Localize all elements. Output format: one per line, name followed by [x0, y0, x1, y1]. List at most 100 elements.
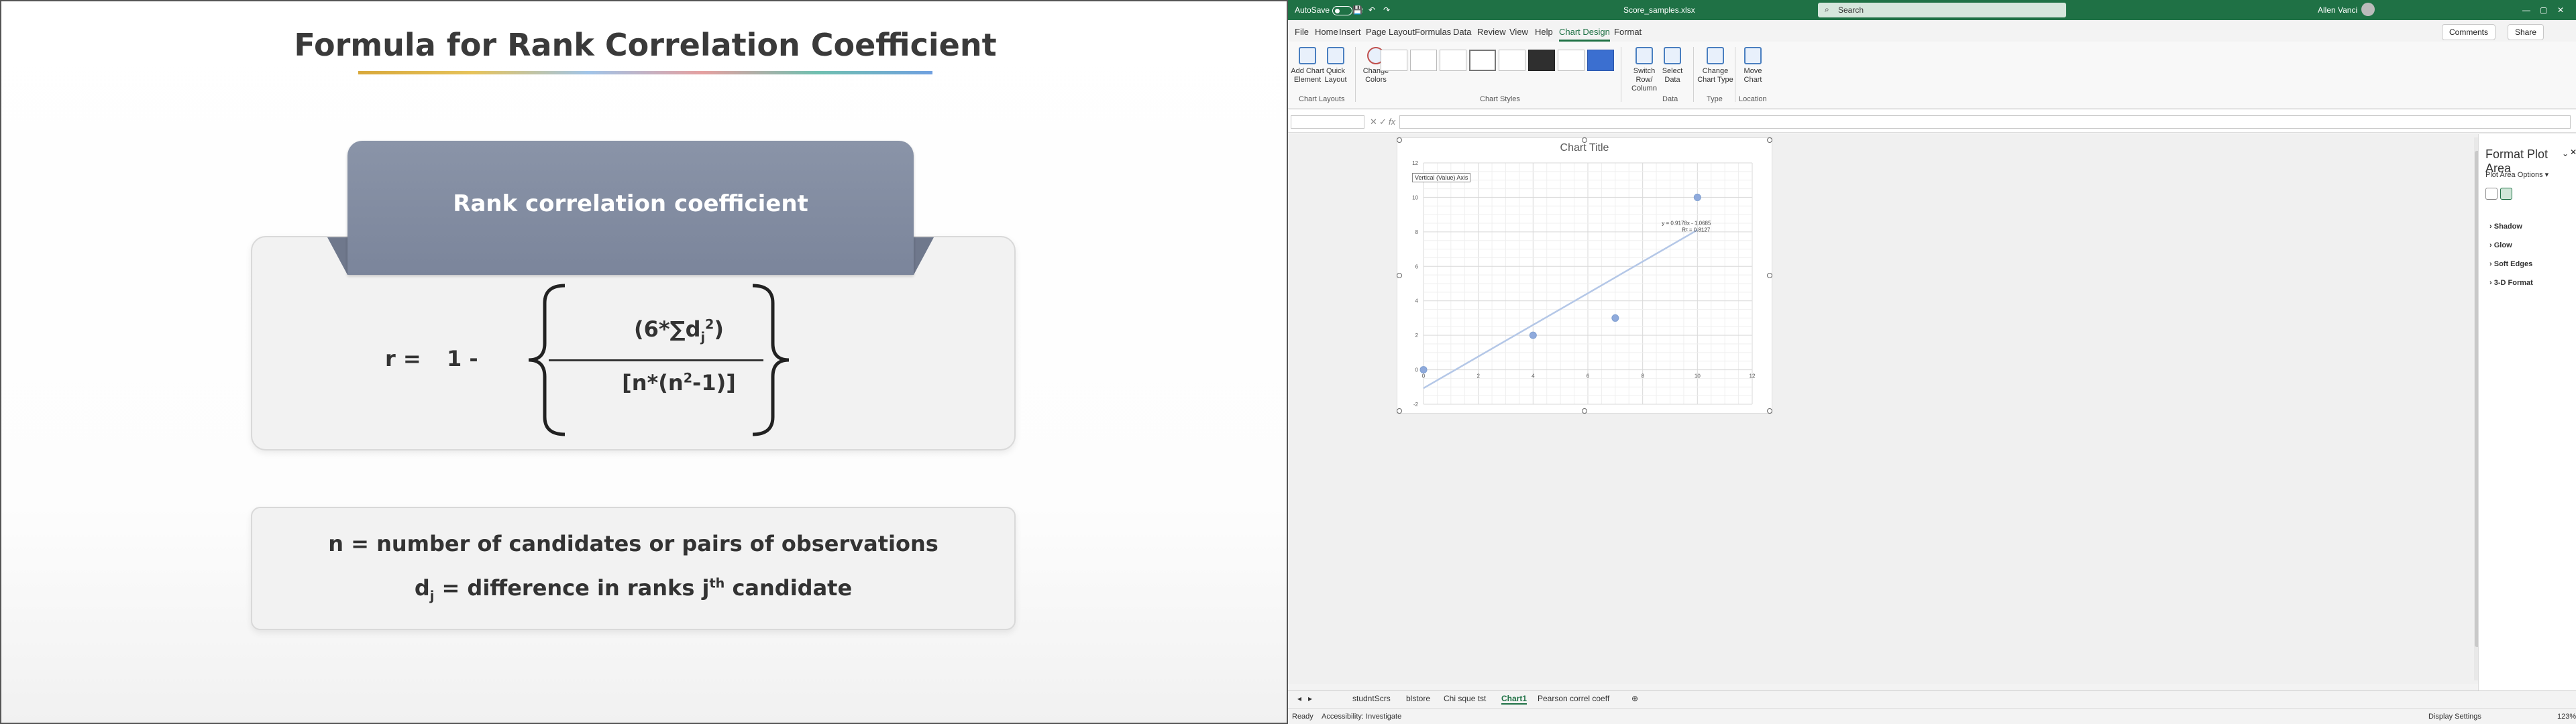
comments-button[interactable]: Comments — [2442, 24, 2496, 40]
resize-handle[interactable] — [1582, 137, 1587, 143]
undo-icon[interactable]: ↶ — [1368, 5, 1375, 15]
select-data-button[interactable]: Select Data — [1654, 47, 1690, 84]
sheet-tab-1[interactable]: studntScrs — [1352, 694, 1391, 703]
slide: Formula for Rank Correlation Coefficient… — [0, 0, 1288, 724]
tab-formulas[interactable]: Formulas — [1415, 27, 1451, 37]
tab-insert[interactable]: Insert — [1339, 27, 1361, 37]
y-tick-label: 2 — [1415, 333, 1419, 339]
tab-data[interactable]: Data — [1453, 27, 1471, 37]
3d-format-section[interactable]: › 3-D Format — [2489, 279, 2533, 287]
close-icon[interactable]: ✕ — [2557, 5, 2564, 15]
formula-denominator: [n*(n2-1)] — [622, 370, 736, 396]
format-pane: Format Plot Area ⌄ ✕ Plot Area Options ▾… — [2478, 134, 2576, 690]
y-tick-label: 10 — [1412, 194, 1418, 200]
right-brace-icon — [752, 284, 790, 436]
separator — [1355, 47, 1356, 102]
chart-style-7[interactable] — [1558, 50, 1585, 71]
formula-header-label: Rank correlation coefficient — [453, 190, 808, 217]
prev-sheet-icon[interactable]: ◂ — [1297, 694, 1301, 703]
autosave-toggle[interactable] — [1332, 5, 1353, 15]
redo-icon[interactable]: ↷ — [1383, 5, 1390, 15]
effects-icon[interactable] — [2500, 188, 2512, 200]
name-box[interactable] — [1291, 115, 1364, 129]
resize-handle[interactable] — [1767, 273, 1772, 278]
move-chart-icon — [1744, 47, 1762, 64]
data-point — [1529, 331, 1537, 339]
avatar[interactable] — [2361, 3, 2375, 16]
status-bar: Ready Accessibility: Investigate Display… — [1288, 708, 2576, 724]
x-tick-label: 6 — [1587, 373, 1590, 379]
soft-edges-section[interactable]: › Soft Edges — [2489, 260, 2532, 268]
sheet-tab-2[interactable]: blstore — [1406, 694, 1430, 703]
menu-bar: File Home Insert Page Layout Formulas Da… — [1288, 20, 2576, 42]
chart-style-8[interactable] — [1587, 50, 1614, 71]
pane-close-icon[interactable]: ✕ — [2570, 147, 2576, 157]
search-input[interactable]: ⌕ Search — [1818, 3, 2066, 17]
fx-icon[interactable]: fx — [1389, 117, 1395, 127]
resize-handle[interactable] — [1397, 408, 1402, 414]
tab-home[interactable]: Home — [1315, 27, 1338, 37]
tab-review[interactable]: Review — [1477, 27, 1506, 37]
chart-title: Chart Title — [1560, 142, 1609, 154]
zoom-level[interactable]: 123% — [2557, 713, 2576, 721]
file-name[interactable]: Score_samples.xlsx — [1623, 5, 1695, 15]
y-tick-label: 12 — [1412, 160, 1418, 166]
accessibility-status[interactable]: Accessibility: Investigate — [1322, 713, 1401, 721]
move-chart-button[interactable]: Move Chart — [1735, 47, 1771, 84]
group-location: Location — [1739, 95, 1767, 103]
minimize-icon[interactable]: — — [2522, 5, 2530, 15]
display-settings[interactable]: Display Settings — [2428, 713, 2481, 721]
select-data-icon — [1664, 47, 1681, 64]
resize-handle[interactable] — [1582, 408, 1587, 414]
trendline-equation: y = 0.9178x - 1.0685 — [1662, 221, 1711, 227]
enter-icon[interactable]: ✓ — [1379, 117, 1387, 127]
tab-format[interactable]: Format — [1614, 27, 1642, 37]
data-point — [1419, 366, 1428, 374]
data-point — [1693, 193, 1701, 201]
group-type: Type — [1707, 95, 1723, 103]
resize-handle[interactable] — [1767, 408, 1772, 414]
user-name: Allen Vanci — [2318, 5, 2358, 15]
cancel-icon[interactable]: ✕ — [1370, 117, 1377, 127]
x-tick-label: 10 — [1695, 373, 1701, 379]
resize-handle[interactable] — [1397, 137, 1402, 143]
chart-style-4[interactable] — [1469, 50, 1496, 71]
change-chart-type-button[interactable]: Change Chart Type — [1697, 47, 1733, 84]
x-tick-label: 8 — [1641, 373, 1644, 379]
chart-style-5[interactable] — [1499, 50, 1525, 71]
share-button[interactable]: Share — [2508, 24, 2544, 40]
group-chart-styles: Chart Styles — [1480, 95, 1520, 103]
save-icon[interactable]: 💾 — [1352, 5, 1362, 15]
resize-handle[interactable] — [1397, 273, 1402, 278]
quick-layout-button[interactable]: Quick Layout — [1318, 47, 1354, 84]
chart-style-3[interactable] — [1440, 50, 1466, 71]
slide-title: Formula for Rank Correlation Coefficient — [294, 27, 997, 63]
tab-chart-design[interactable]: Chart Design — [1559, 27, 1610, 42]
chart-style-1[interactable] — [1381, 50, 1407, 71]
tab-page-layout[interactable]: Page Layout — [1366, 27, 1415, 37]
tab-file[interactable]: File — [1295, 27, 1309, 37]
fill-line-icon[interactable] — [2485, 188, 2498, 200]
sheet-tab-4[interactable]: Chart1 — [1501, 694, 1527, 705]
chart-style-2[interactable] — [1410, 50, 1437, 71]
pane-chevron-icon[interactable]: ⌄ — [2562, 149, 2569, 158]
tab-help[interactable]: Help — [1535, 27, 1553, 37]
formula-input[interactable] — [1399, 115, 2571, 129]
next-sheet-icon[interactable]: ▸ — [1308, 694, 1312, 703]
glow-section[interactable]: › Glow — [2489, 241, 2512, 249]
add-sheet-icon[interactable]: ⊕ — [1631, 694, 1638, 703]
sheet-tab-5[interactable]: Pearson correl coeff — [1538, 694, 1609, 703]
sheet-tabs: ◂ ▸ studntScrs blstore Chi sque tst Char… — [1288, 690, 2576, 705]
maximize-icon[interactable]: ▢ — [2540, 5, 2547, 15]
group-chart-layouts: Chart Layouts — [1299, 95, 1345, 103]
sheet-tab-3[interactable]: Chi sque tst — [1444, 694, 1486, 703]
resize-handle[interactable] — [1767, 137, 1772, 143]
plot-area-options[interactable]: Plot Area Options ▾ — [2485, 170, 2548, 179]
shadow-section[interactable]: › Shadow — [2489, 223, 2522, 231]
chart-style-6[interactable] — [1528, 50, 1555, 71]
tab-view[interactable]: View — [1509, 27, 1528, 37]
x-tick-label: 2 — [1477, 373, 1480, 379]
add-chart-element-icon — [1299, 47, 1316, 64]
data-point — [1611, 314, 1619, 322]
status-ready: Ready — [1292, 713, 1313, 721]
